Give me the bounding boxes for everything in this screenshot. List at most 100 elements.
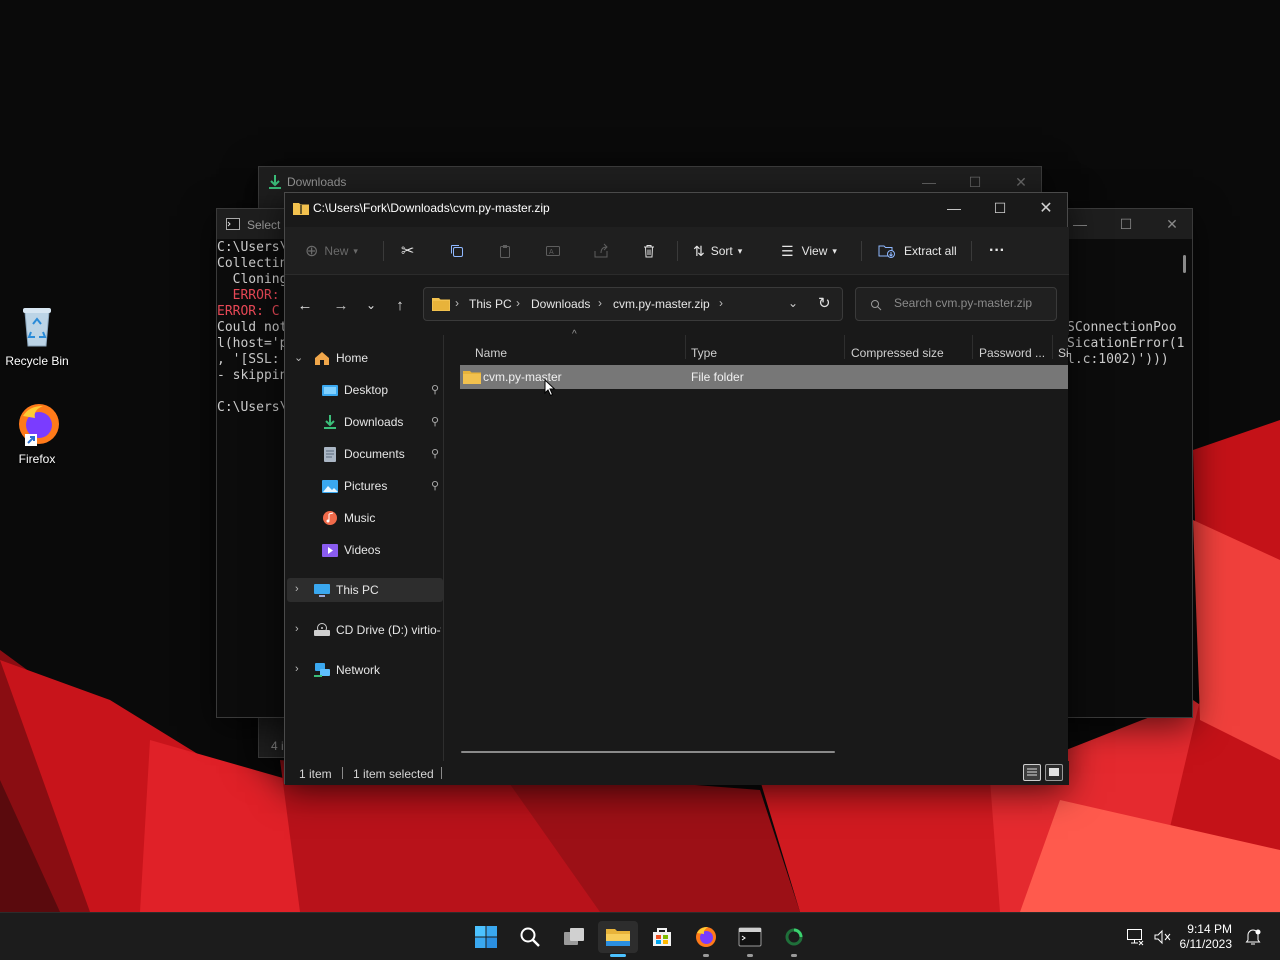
console-output[interactable]: C:\Users\ Collectin Cloning ERROR: ERROR:… (217, 240, 287, 416)
column-divider[interactable] (685, 335, 686, 359)
taskbar-loading-app[interactable] (774, 921, 814, 957)
videos-icon (322, 544, 338, 557)
nav-item-home[interactable]: ⌄ Home (285, 346, 441, 370)
row-type: File folder (691, 370, 744, 384)
console-line: C:\Users\ (217, 240, 288, 255)
more-options-button[interactable]: ··· (989, 237, 1005, 265)
start-button[interactable] (466, 921, 506, 953)
address-bar[interactable]: › This PC › Downloads › cvm.py-master.zi… (423, 287, 843, 321)
taskbar-firefox[interactable] (686, 921, 726, 957)
chevron-right-icon: › (295, 663, 299, 675)
copy-button[interactable] (449, 237, 465, 265)
nav-item-label: Downloads (344, 415, 404, 429)
breadcrumb-separator: › (516, 296, 520, 310)
recent-locations-button[interactable]: ⌄ (357, 291, 385, 319)
column-header-size[interactable]: Si (1058, 343, 1068, 363)
nav-item-documents[interactable]: Documents ⚲ (285, 442, 441, 466)
desktop-icon-firefox[interactable]: Firefox (0, 400, 74, 466)
paste-button[interactable] (497, 237, 513, 265)
console-scrollbar[interactable] (1183, 255, 1186, 273)
search-input[interactable] (894, 296, 1044, 310)
pin-icon: ⚲ (430, 416, 439, 428)
task-view-icon (564, 928, 584, 945)
download-icon (324, 415, 336, 429)
column-divider[interactable] (972, 335, 973, 359)
nav-item-videos[interactable]: Videos (285, 538, 441, 562)
taskbar-file-explorer[interactable] (598, 921, 638, 957)
toolbar-divider (677, 241, 678, 261)
breadcrumb-this-pc[interactable]: This PC (469, 297, 512, 311)
column-divider[interactable] (844, 335, 845, 359)
console-line: Cloning (217, 272, 288, 287)
forward-button[interactable]: → (327, 291, 355, 319)
share-button[interactable] (593, 237, 609, 265)
nav-item-desktop[interactable]: Desktop ⚲ (285, 378, 441, 402)
notification-bell-icon[interactable] (1243, 927, 1263, 950)
console-line: SConnectionPoo (1067, 320, 1177, 335)
back-button[interactable]: ← (291, 291, 319, 319)
chevron-down-icon: ⌄ (294, 352, 304, 364)
cut-button[interactable]: ✂ (401, 237, 414, 265)
maximize-button[interactable]: ☐ (977, 193, 1023, 223)
extract-icon (878, 245, 895, 258)
active-indicator (610, 954, 626, 957)
store-icon (653, 928, 671, 946)
address-dropdown-icon[interactable]: ⌄ (788, 296, 798, 310)
column-header-password[interactable]: Password ... (979, 343, 1045, 363)
status-bar: 1 item 1 item selected (285, 761, 1069, 785)
trash-icon (644, 245, 654, 258)
nav-item-network[interactable]: › Network (285, 658, 441, 682)
view-list-icon: ☰ (781, 242, 794, 259)
task-view-button[interactable] (554, 921, 594, 953)
zip-folder-icon (293, 203, 309, 215)
nav-item-cd-drive[interactable]: › CD Drive (D:) virtio-win (285, 618, 441, 642)
column-divider[interactable] (1052, 335, 1053, 359)
nav-item-pictures[interactable]: Pictures ⚲ (285, 474, 441, 498)
search-button[interactable] (510, 921, 550, 953)
volume-tray-icon[interactable] (1153, 928, 1173, 949)
column-header-compressed-size[interactable]: Compressed size (851, 343, 944, 363)
desktop-icon (322, 385, 338, 396)
refresh-icon[interactable]: ↻ (818, 294, 831, 312)
clock[interactable]: 9:14 PM 6/11/2023 (1180, 922, 1233, 952)
chevron-down-icon: ⌄ (365, 298, 377, 312)
console-line: - skippin (217, 368, 288, 383)
minimize-button[interactable]: — (931, 193, 977, 223)
desktop-icon-recycle-bin[interactable]: Recycle Bin (0, 302, 74, 368)
column-header-type[interactable]: Type (691, 343, 717, 363)
nav-item-music[interactable]: Music (285, 506, 441, 530)
maximize-button[interactable]: ☐ (1103, 209, 1149, 239)
console-icon (226, 218, 240, 230)
new-button[interactable]: ⊕ New ▾ (305, 237, 358, 265)
sort-ascending-icon: ^ (572, 329, 577, 340)
nav-item-label: Videos (344, 543, 381, 557)
rename-button[interactable]: A (545, 237, 561, 265)
search-box[interactable] (855, 287, 1057, 321)
network-tray-icon[interactable] (1126, 928, 1146, 949)
breadcrumb-zip[interactable]: cvm.py-master.zip (613, 297, 710, 311)
sort-button[interactable]: ⇅ Sort ▾ (693, 237, 742, 265)
close-button[interactable]: ✕ (1149, 209, 1195, 239)
view-button[interactable]: ☰ View ▾ (781, 237, 837, 265)
extract-all-button[interactable]: Extract all (878, 237, 957, 265)
close-button[interactable]: ✕ (1023, 193, 1069, 223)
explorer-window[interactable]: C:\Users\Fork\Downloads\cvm.py-master.zi… (284, 192, 1069, 785)
arrow-up-icon: ↑ (396, 296, 404, 314)
console-line: SicationError(1 (1067, 336, 1185, 351)
up-button[interactable]: ↑ (386, 291, 414, 319)
pin-icon: ⚲ (430, 480, 439, 492)
window-title: Downloads (287, 175, 347, 189)
taskbar-terminal[interactable] (730, 921, 770, 957)
horizontal-scrollbar[interactable] (461, 751, 835, 753)
home-icon (315, 352, 329, 365)
column-header-name[interactable]: Name (475, 343, 507, 363)
windows-logo-icon (475, 926, 497, 948)
delete-button[interactable] (641, 237, 657, 265)
details-view-button[interactable] (1023, 764, 1041, 781)
nav-item-this-pc[interactable]: › This PC (287, 578, 443, 602)
nav-item-downloads[interactable]: Downloads ⚲ (285, 410, 441, 434)
breadcrumb-downloads[interactable]: Downloads (531, 297, 590, 311)
tiles-view-button[interactable] (1045, 764, 1063, 781)
file-list[interactable]: Name ^ Type Compressed size Password ...… (444, 329, 1068, 761)
taskbar-store[interactable] (642, 921, 682, 953)
